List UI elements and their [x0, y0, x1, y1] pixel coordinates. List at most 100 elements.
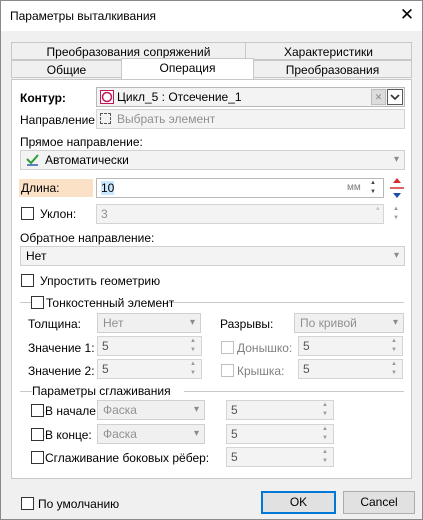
stepper-down-icon[interactable]: ▼	[318, 457, 332, 466]
tab-transforms[interactable]: Преобразования	[253, 60, 412, 78]
stepper-down-icon[interactable]: ▼	[318, 410, 332, 419]
title-bar: Параметры выталкивания ✕	[1, 1, 422, 31]
sketch-cycle-icon	[100, 90, 114, 104]
reverse-direction-icon[interactable]	[388, 177, 406, 199]
side-edges-label: Сглаживание боковых рёбер:	[45, 451, 210, 465]
reverse-mode-select[interactable]: Нет ▾	[20, 246, 405, 266]
value1-stepper[interactable]: ▲ ▼	[186, 337, 200, 355]
cover-checkbox[interactable]	[221, 364, 234, 377]
tab-general[interactable]: Общие	[11, 60, 122, 78]
clear-icon: ✕	[374, 92, 383, 102]
bottom-stepper[interactable]: ▲ ▼	[387, 337, 401, 355]
forward-mode-value: Автоматически	[45, 153, 129, 167]
group-separator	[20, 391, 32, 392]
stepper-down-icon[interactable]: ▼	[387, 369, 401, 378]
ok-button[interactable]: OK	[261, 491, 336, 514]
select-element-icon	[100, 113, 111, 124]
thickness-label: Толщина:	[28, 317, 82, 331]
smooth-end-stepper[interactable]: ▲ ▼	[318, 425, 332, 443]
group-separator	[184, 391, 404, 392]
breaks-value: По кривой	[300, 316, 357, 330]
forward-mode-select[interactable]: Автоматически ▾	[20, 150, 405, 170]
cover-label: Крышка:	[237, 364, 285, 378]
stepper-up-icon[interactable]: ▲	[366, 179, 380, 188]
smooth-start-type-select[interactable]: Фаска ▾	[97, 400, 205, 420]
thin-wall-checkbox[interactable]	[31, 296, 44, 309]
stepper-down-icon[interactable]: ▼	[318, 434, 332, 443]
extrude-params-dialog: Параметры выталкивания ✕ Преобразования …	[0, 0, 423, 520]
side-edges-value: 5	[231, 450, 238, 464]
slope-input[interactable]: 3	[96, 204, 384, 224]
tab-operation[interactable]: Операция	[121, 58, 254, 79]
stepper-down-icon[interactable]: ▼	[186, 369, 200, 378]
breaks-select[interactable]: По кривой ▾	[294, 313, 404, 333]
stepper-down-icon[interactable]: ▼	[186, 346, 200, 355]
cover-stepper[interactable]: ▲ ▼	[387, 360, 401, 378]
smooth-start-stepper[interactable]: ▲ ▼	[318, 401, 332, 419]
forward-label: Прямое направление:	[20, 135, 143, 149]
chevron-down-icon: ▾	[392, 317, 398, 328]
side-edges-checkbox[interactable]	[31, 451, 44, 464]
stepper-down-icon[interactable]: ▼	[387, 346, 401, 355]
stepper-up-icon[interactable]: ▲	[186, 360, 200, 369]
smooth-end-type: Фаска	[103, 427, 137, 441]
close-icon[interactable]: ✕	[395, 4, 419, 28]
stepper-up-icon[interactable]: ▲	[318, 401, 332, 410]
tab-characteristics[interactable]: Характеристики	[245, 42, 412, 60]
chevron-down-icon	[390, 94, 400, 101]
value2-stepper[interactable]: ▲ ▼	[186, 360, 200, 378]
length-label: Длина:	[21, 181, 60, 195]
side-edges-stepper[interactable]: ▲ ▼	[318, 448, 332, 466]
stepper-up-icon[interactable]: ▲	[318, 425, 332, 434]
smooth-end-checkbox[interactable]	[31, 428, 44, 441]
bottom-checkbox[interactable]	[221, 341, 234, 354]
contour-dropdown-button[interactable]	[387, 89, 403, 105]
direction-label: Направление:	[20, 113, 99, 127]
chevron-down-icon: ▾	[393, 154, 399, 165]
slope-stepper[interactable]: ▲ ▼	[389, 205, 403, 223]
contour-field[interactable]: Цикл_5 : Отсечение_1	[96, 87, 405, 107]
smooth-start-checkbox[interactable]	[31, 404, 44, 417]
slope-checkbox[interactable]	[21, 207, 34, 220]
smooth-end-type-select[interactable]: Фаска ▾	[97, 424, 205, 444]
length-value: 10	[101, 181, 115, 195]
stepper-down-icon[interactable]: ▼	[366, 188, 380, 197]
default-label: По умолчанию	[38, 497, 120, 511]
breaks-label: Разрывы:	[220, 317, 274, 331]
smooth-start-type: Фаска	[103, 403, 137, 417]
smoothing-label: Параметры сглаживания	[32, 384, 171, 398]
direction-field[interactable]: Выбрать элемент	[96, 109, 405, 129]
stepper-up-icon[interactable]: ▲	[387, 337, 401, 346]
cancel-button[interactable]: Cancel	[343, 491, 415, 514]
slope-unit: °	[376, 206, 380, 216]
contour-value: Цикл_5 : Отсечение_1	[117, 90, 242, 104]
length-unit: мм	[347, 182, 361, 193]
reverse-mode-value: Нет	[26, 249, 47, 263]
default-checkbox[interactable]	[21, 497, 34, 510]
thickness-select[interactable]: Нет ▾	[97, 313, 201, 333]
stepper-up-icon[interactable]: ▲	[389, 205, 403, 214]
slope-value: 3	[101, 207, 108, 221]
chevron-down-icon: ▾	[189, 317, 195, 328]
clear-contour-button[interactable]: ✕	[371, 89, 386, 105]
smooth-start-label: В начале:	[45, 404, 100, 418]
group-separator	[166, 302, 404, 303]
stepper-up-icon[interactable]: ▲	[318, 448, 332, 457]
contour-label: Контур:	[20, 91, 66, 105]
stepper-up-icon[interactable]: ▲	[186, 337, 200, 346]
smooth-end-label: В конце:	[45, 428, 92, 442]
chevron-down-icon: ▾	[193, 404, 199, 415]
bottom-label: Донышко:	[237, 341, 293, 355]
direction-placeholder: Выбрать элемент	[117, 112, 216, 126]
value1-value: 5	[102, 339, 109, 353]
thin-wall-label: Тонкостенный элемент	[46, 296, 175, 310]
chevron-down-icon: ▾	[393, 250, 399, 261]
cover-value: 5	[303, 362, 310, 376]
length-stepper[interactable]: ▲ ▼	[366, 179, 380, 197]
stepper-up-icon[interactable]: ▲	[387, 360, 401, 369]
simplify-checkbox[interactable]	[21, 274, 34, 287]
value1-label: Значение 1:	[28, 341, 95, 355]
reverse-label: Обратное направление:	[20, 231, 155, 245]
stepper-down-icon[interactable]: ▼	[389, 214, 403, 223]
length-input[interactable]: 10	[96, 178, 384, 198]
